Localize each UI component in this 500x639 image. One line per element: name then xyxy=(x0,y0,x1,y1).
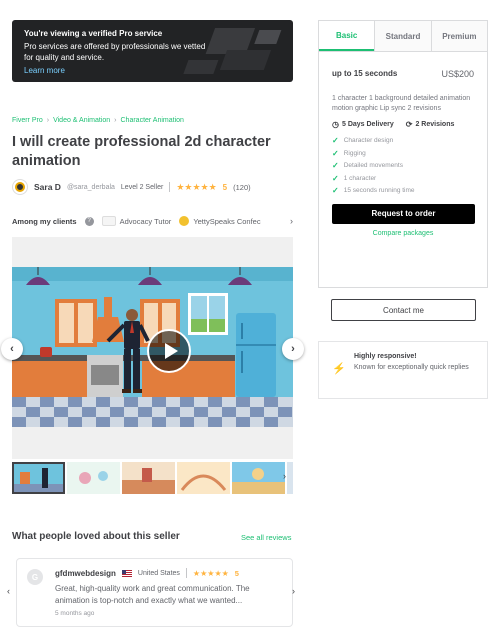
section-title: What people loved about this seller xyxy=(12,531,180,542)
responsive-badge-card: ⚡ Highly responsive! Known for exception… xyxy=(318,341,488,399)
lightning-icon: ⚡ xyxy=(332,363,346,375)
revisions-text: 2 Revisions xyxy=(415,121,455,128)
feature-item: ✓ Character design xyxy=(332,135,474,148)
seller-avatar[interactable] xyxy=(12,179,28,195)
client-logo-icon xyxy=(179,216,190,226)
gig-gallery[interactable] xyxy=(12,237,293,459)
pro-banner-illustration xyxy=(183,28,282,74)
client-item: YettySpeaks Confec xyxy=(179,216,261,226)
breadcrumb: Fiverr Pro › Video & Animation › Charact… xyxy=(12,117,184,124)
package-description: 1 character 1 background detailed animat… xyxy=(332,95,471,112)
responsive-text: Known for exceptionally quick replies xyxy=(354,364,469,371)
breadcrumb-item-character-animation[interactable]: Character Animation xyxy=(121,117,184,124)
reviewer-name: gfdmwebdesign xyxy=(55,568,116,578)
breadcrumb-item-fiverr-pro[interactable]: Fiverr Pro xyxy=(12,117,43,124)
check-icon: ✓ xyxy=(332,148,339,158)
thumbnail-2[interactable] xyxy=(67,462,120,494)
review-time: 5 months ago xyxy=(55,610,95,617)
clock-icon: ◷ xyxy=(332,120,339,129)
pro-banner: You're viewing a verified Pro service Pr… xyxy=(12,20,293,82)
package-header: up to 15 seconds US$200 xyxy=(332,69,474,79)
reviewer-country: United States xyxy=(137,569,180,577)
delivery-text: 5 Days Delivery xyxy=(341,121,394,128)
review-score: 5 xyxy=(234,568,239,578)
package-card: Basic Standard Premium up to 15 seconds … xyxy=(318,20,488,288)
client-name: YettySpeaks Confec xyxy=(193,216,261,226)
chevron-right-icon[interactable]: › xyxy=(283,471,286,481)
feature-label: 1 character xyxy=(343,174,377,182)
floor xyxy=(12,397,293,427)
thumbnail-4[interactable] xyxy=(177,462,230,494)
rating-stars-icon: ★★★★★ xyxy=(176,181,217,192)
feature-item: ✓ 1 character xyxy=(332,173,474,186)
see-all-reviews-link[interactable]: See all reviews xyxy=(241,533,291,542)
package-name: up to 15 seconds xyxy=(332,69,398,78)
rating-count[interactable]: (120) xyxy=(233,183,251,192)
check-icon: ✓ xyxy=(332,161,339,171)
check-icon: ✓ xyxy=(332,173,339,183)
tab-standard[interactable]: Standard xyxy=(374,21,431,51)
seller-info: Sara D @sara_derbala Level 2 Seller ★★★★… xyxy=(12,179,251,195)
feature-label: Rigging xyxy=(343,149,366,157)
seller-name[interactable]: Sara D xyxy=(34,182,61,192)
revisions-info: ⟳ 2 Revisions xyxy=(406,120,455,129)
feature-list: ✓ Character design ✓ Rigging ✓ Detailed mov… xyxy=(332,135,474,198)
gig-title: I will create professional 2d character … xyxy=(12,134,271,169)
reviewer-avatar: G xyxy=(27,569,43,585)
thumbnail-5[interactable] xyxy=(232,462,285,494)
package-tabs: Basic Standard Premium xyxy=(319,21,487,52)
divider xyxy=(185,568,187,578)
thumbnail-3[interactable] xyxy=(122,462,175,494)
gallery-next-button[interactable]: › xyxy=(282,338,304,360)
thumbnail-6[interactable] xyxy=(287,462,293,494)
seller-handle: @sara_derbala xyxy=(66,183,115,191)
gallery-prev-button[interactable]: ‹ xyxy=(1,338,23,360)
chevron-left-icon[interactable]: ‹ xyxy=(7,586,10,596)
feature-label: 15 seconds running time xyxy=(343,187,415,195)
divider xyxy=(169,182,171,192)
tab-premium[interactable]: Premium xyxy=(430,21,487,51)
play-button[interactable] xyxy=(147,329,191,373)
check-icon: ✓ xyxy=(332,136,339,145)
feature-label: Character design xyxy=(343,137,394,144)
seller-level: Level 2 Seller xyxy=(120,183,164,191)
client-item: Advocacy Tutor xyxy=(101,216,172,226)
clients-row: Among my clients ? Advocacy Tutor YettyS… xyxy=(12,216,293,226)
thumbnail-1[interactable] xyxy=(12,462,65,494)
review-text: Great, high-quality work and great commu… xyxy=(55,584,250,605)
chevron-right-icon[interactable]: › xyxy=(290,216,293,226)
request-to-order-button[interactable]: Request to order xyxy=(332,203,475,224)
tab-basic[interactable]: Basic xyxy=(319,21,375,51)
rating-score: 5 xyxy=(222,182,228,192)
responsive-title: Highly responsive! xyxy=(354,353,417,360)
breadcrumb-item-video-animation[interactable]: Video & Animation xyxy=(53,117,110,124)
chevron-right-icon: › xyxy=(114,117,117,124)
delivery-info: ◷ 5 Days Delivery xyxy=(332,120,394,129)
us-flag-icon xyxy=(121,569,132,577)
review-stars-icon: ★★★★★ xyxy=(192,568,229,578)
feature-item: ✓ Detailed movements xyxy=(332,160,474,173)
client-logo-icon xyxy=(101,216,116,226)
check-icon: ✓ xyxy=(332,186,339,196)
feature-label: Detailed movements xyxy=(343,162,403,170)
package-price: US$200 xyxy=(441,69,474,79)
package-meta: ◷ 5 Days Delivery ⟳ 2 Revisions xyxy=(332,120,474,129)
question-icon[interactable]: ? xyxy=(84,216,94,226)
review-header: gfdmwebdesign United States ★★★★★ 5 xyxy=(55,568,282,578)
feature-item: ✓ Rigging xyxy=(332,148,474,161)
chevron-right-icon[interactable]: › xyxy=(292,586,295,596)
refresh-icon: ⟳ xyxy=(405,120,413,129)
gallery-thumbnails xyxy=(12,462,293,494)
clients-label: Among my clients xyxy=(12,216,77,226)
feature-item: ✓ 15 seconds running time xyxy=(332,185,474,198)
client-name: Advocacy Tutor xyxy=(119,216,172,226)
contact-me-button[interactable]: Contact me xyxy=(331,299,476,321)
chevron-right-icon: › xyxy=(46,117,50,124)
compare-packages-link[interactable]: Compare packages xyxy=(332,230,474,237)
review-card: G gfdmwebdesign United States ★★★★★ 5 Gr… xyxy=(16,558,293,627)
